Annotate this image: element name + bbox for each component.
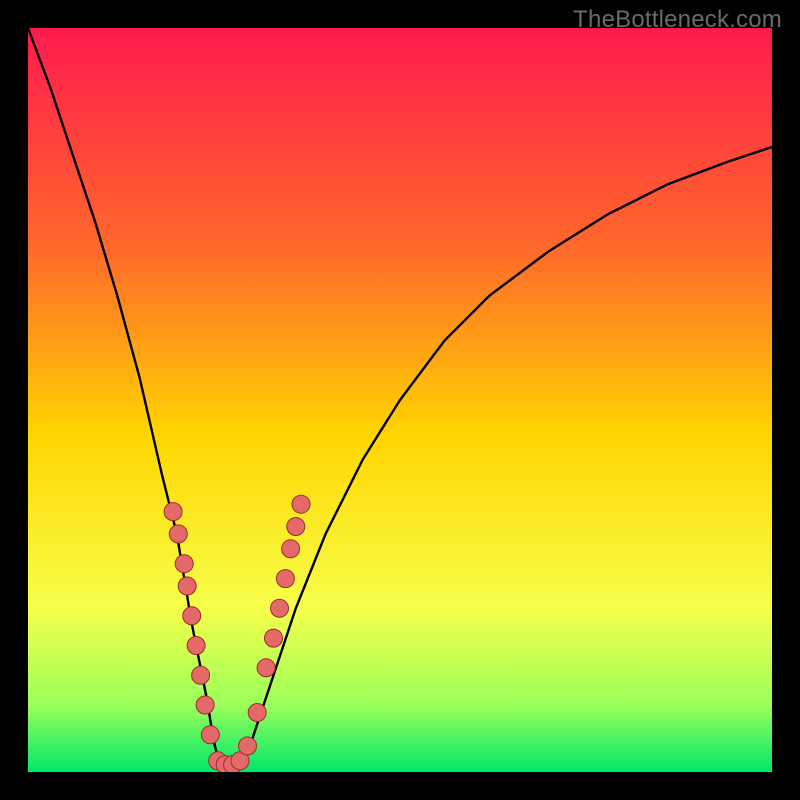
data-marker: [183, 607, 201, 625]
bottleneck-curve: [28, 28, 772, 772]
data-marker: [287, 518, 305, 536]
data-marker: [282, 540, 300, 558]
data-marker: [239, 737, 257, 755]
data-marker: [192, 666, 210, 684]
data-marker: [169, 525, 187, 543]
data-marker: [248, 704, 266, 722]
outer-frame: TheBottleneck.com: [0, 0, 800, 800]
data-marker: [178, 577, 196, 595]
data-marker: [164, 503, 182, 521]
data-marker: [201, 726, 219, 744]
data-marker: [276, 570, 294, 588]
watermark-text: TheBottleneck.com: [573, 6, 782, 34]
chart-svg: [28, 28, 772, 772]
data-marker: [187, 637, 205, 655]
data-marker: [196, 696, 214, 714]
data-marker: [292, 495, 310, 513]
plot-area: [28, 28, 772, 772]
data-marker: [271, 599, 289, 617]
data-marker: [257, 659, 275, 677]
data-marker: [175, 555, 193, 573]
data-marker: [265, 629, 283, 647]
